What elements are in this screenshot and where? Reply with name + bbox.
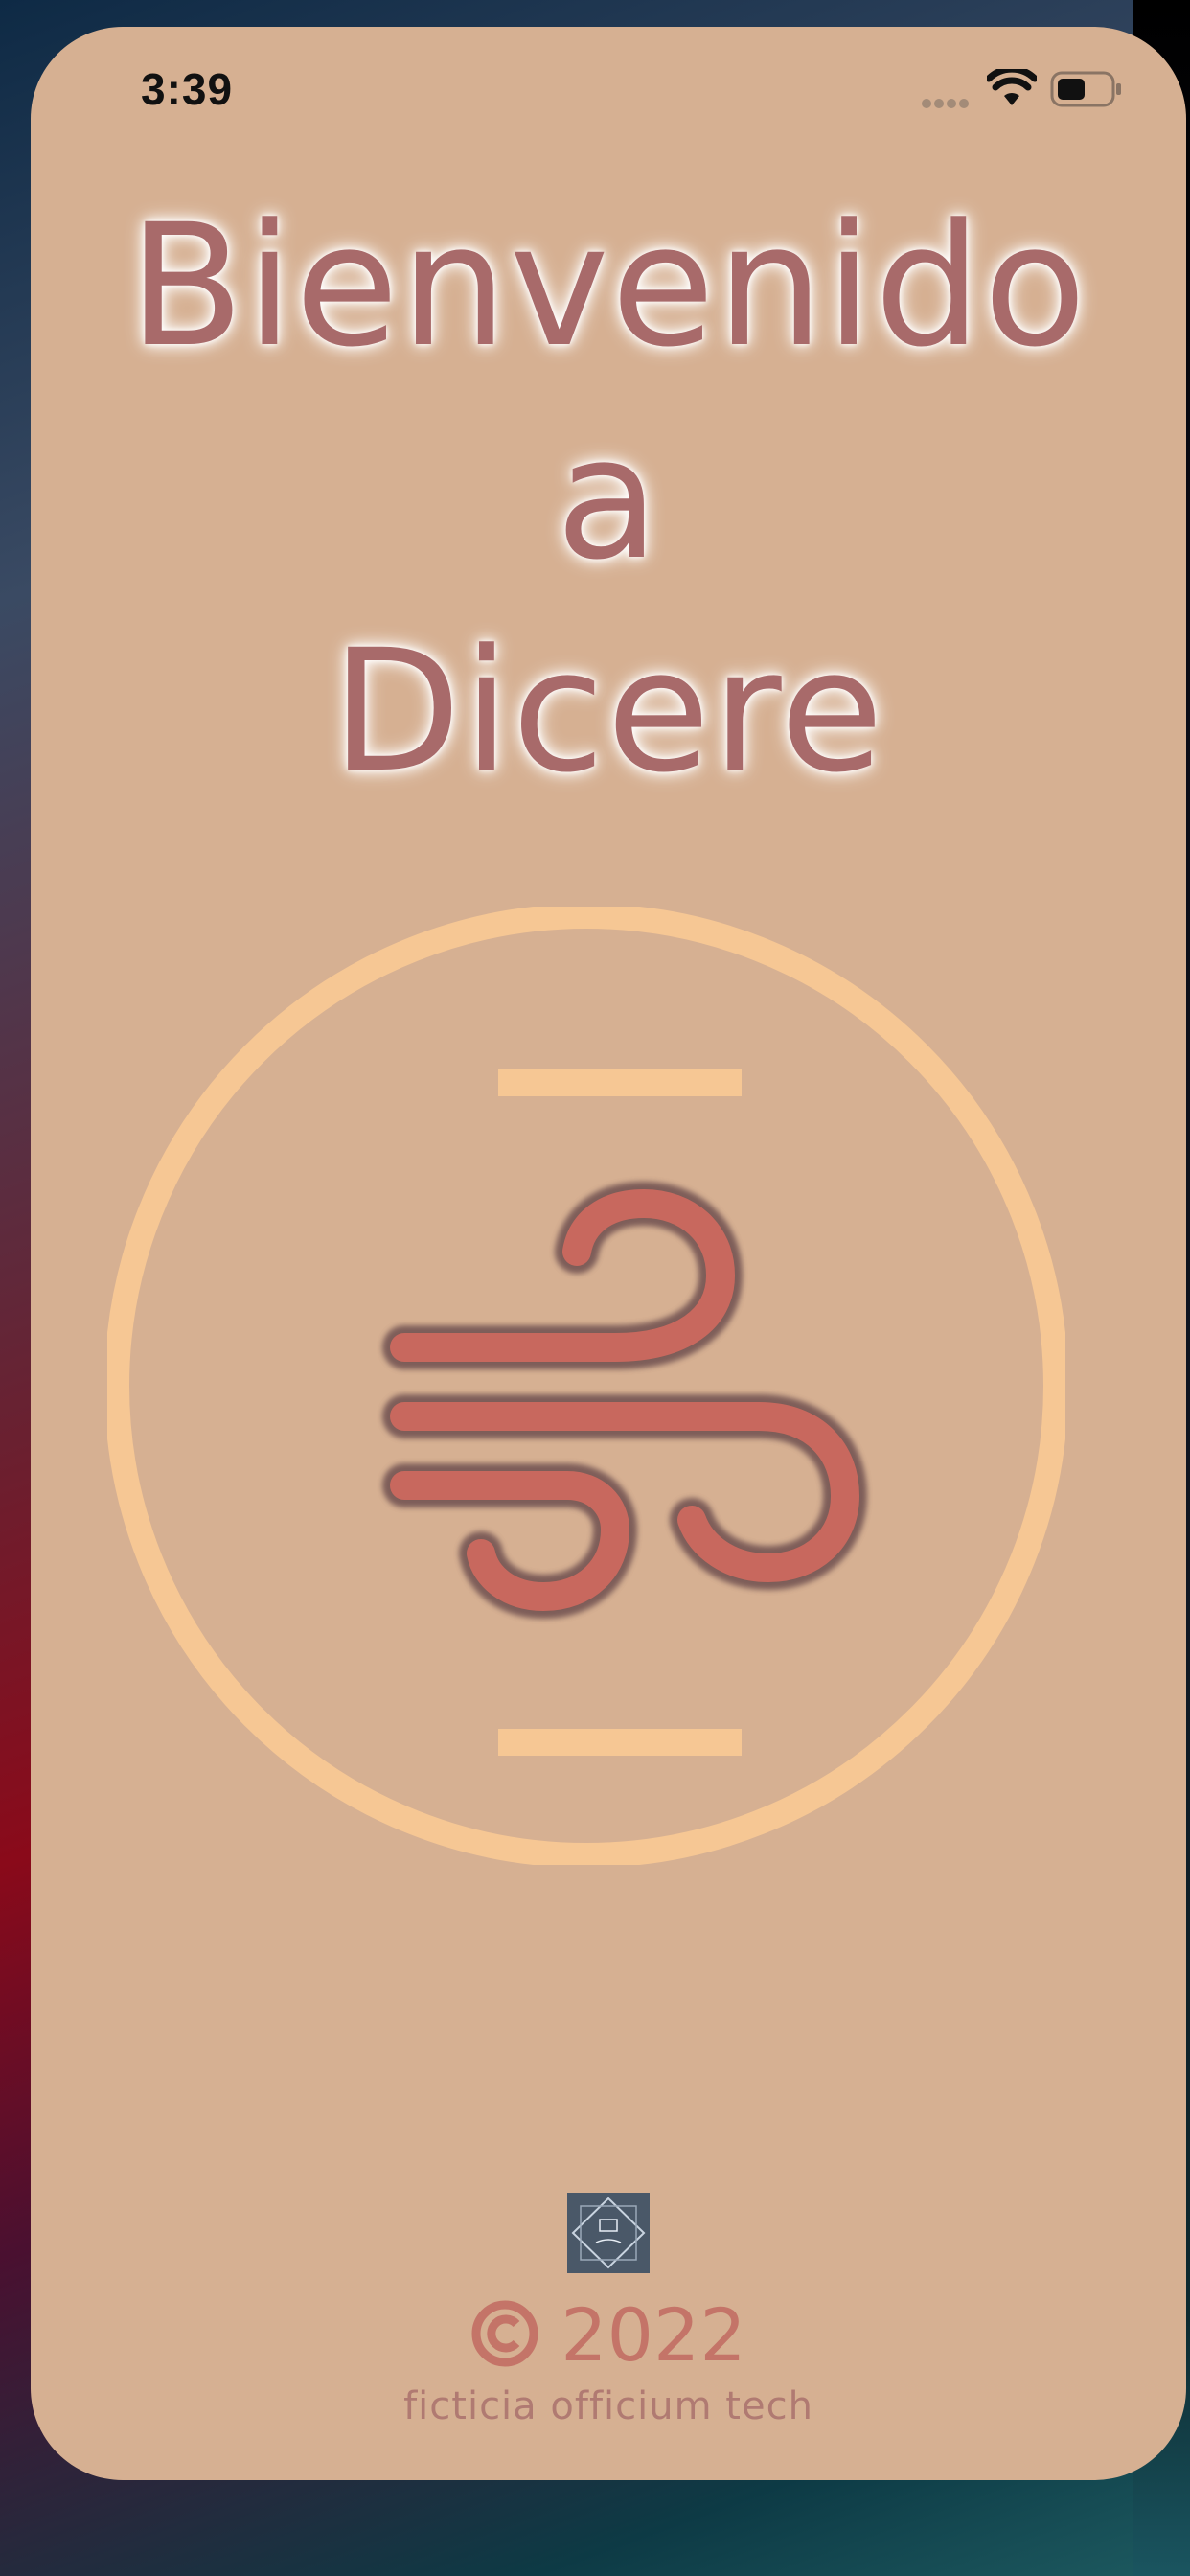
status-time: 3:39 <box>141 64 234 114</box>
company-name: ficticia officium tech <box>403 2384 813 2428</box>
welcome-title: Bienvenido a Dicere <box>31 180 1186 818</box>
app-screen: 3:39 Bienvenido a Dicere 2022 ficticia o… <box>31 27 1186 2480</box>
welcome-line-1: Bienvenido <box>128 188 1088 384</box>
wifi-icon <box>985 65 1039 107</box>
welcome-line-2: a <box>556 401 661 597</box>
welcome-line-3: Dicere <box>331 613 886 810</box>
copyright-icon <box>470 2299 539 2368</box>
company-logo-icon <box>567 2193 650 2273</box>
status-bar: 3:39 <box>31 27 1186 142</box>
copyright-line: 2022 <box>31 2292 1186 2379</box>
battery-icon <box>1050 71 1123 107</box>
cellular-signal-icon <box>922 94 977 108</box>
app-logo <box>104 904 1068 1868</box>
wind-icon <box>104 904 1068 1868</box>
copyright-year: 2022 <box>561 2292 746 2378</box>
